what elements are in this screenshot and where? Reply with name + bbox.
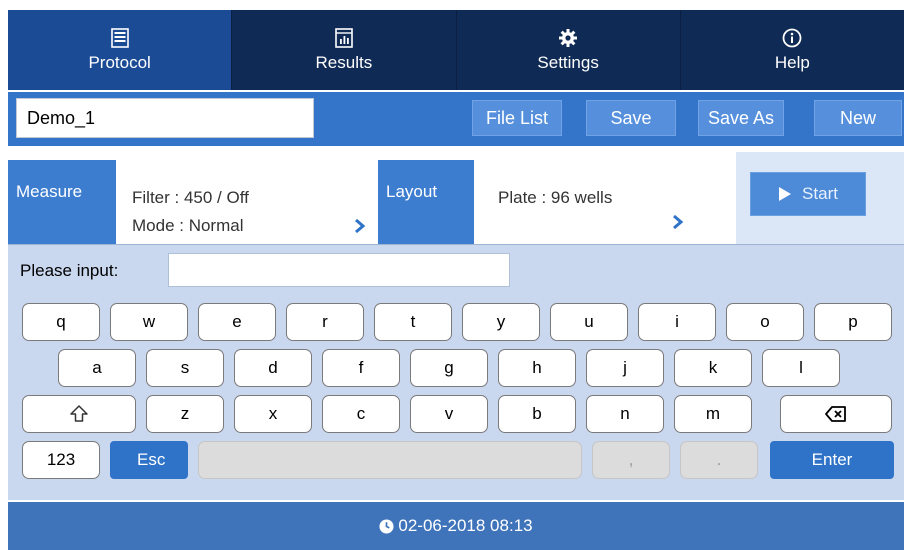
- key-r[interactable]: r: [286, 303, 364, 341]
- input-prompt: Please input:: [20, 261, 119, 280]
- tab-protocol[interactable]: Protocol: [8, 10, 233, 90]
- numbers-key[interactable]: 123: [22, 441, 100, 479]
- plate-value[interactable]: Plate : 96 wells: [498, 188, 612, 208]
- key-i[interactable]: i: [638, 303, 716, 341]
- key-j[interactable]: j: [586, 349, 664, 387]
- key-o[interactable]: o: [726, 303, 804, 341]
- key-q[interactable]: q: [22, 303, 100, 341]
- esc-key[interactable]: Esc: [110, 441, 188, 479]
- key-v[interactable]: v: [410, 395, 488, 433]
- key-y[interactable]: y: [462, 303, 540, 341]
- filename-field[interactable]: Demo_1: [16, 98, 314, 138]
- save-as-button[interactable]: Save As: [698, 100, 784, 136]
- key-n[interactable]: n: [586, 395, 664, 433]
- main-nav: Protocol Results Settings Help: [8, 10, 904, 90]
- filter-value[interactable]: Filter : 450 / Off: [132, 188, 249, 208]
- period-key[interactable]: .: [680, 441, 758, 479]
- tab-settings[interactable]: Settings: [457, 10, 681, 90]
- file-toolbar: Demo_1 File List Save Save As New: [8, 92, 904, 146]
- tab-protocol-label: Protocol: [88, 53, 151, 72]
- protocol-icon: [109, 27, 131, 49]
- tab-help-label: Help: [774, 53, 810, 72]
- layout-label: Layout: [378, 160, 474, 244]
- backspace-icon: [825, 406, 846, 422]
- clock-icon: [379, 518, 394, 534]
- on-screen-keyboard: Please input: q w e r t y u i o p a s d …: [8, 244, 904, 500]
- key-k[interactable]: k: [674, 349, 752, 387]
- mode-value[interactable]: Mode : Normal: [132, 216, 243, 236]
- shift-key[interactable]: [22, 395, 136, 433]
- chevron-right-icon[interactable]: [672, 214, 684, 230]
- file-list-button[interactable]: File List: [472, 100, 562, 136]
- status-bar: 02-06-2018 08:13: [8, 502, 904, 550]
- key-c[interactable]: c: [322, 395, 400, 433]
- datetime-text: 02-06-2018 08:13: [398, 516, 533, 535]
- key-b[interactable]: b: [498, 395, 576, 433]
- shift-icon: [70, 405, 88, 422]
- measure-label: Measure: [8, 160, 116, 244]
- tab-results[interactable]: Results: [232, 10, 457, 90]
- key-z[interactable]: z: [146, 395, 224, 433]
- tab-help[interactable]: Help: [681, 10, 904, 90]
- gear-icon: [557, 27, 579, 49]
- key-d[interactable]: d: [234, 349, 312, 387]
- keyboard-input-field[interactable]: [168, 253, 510, 287]
- key-x[interactable]: x: [234, 395, 312, 433]
- play-icon: [779, 187, 792, 201]
- key-m[interactable]: m: [674, 395, 752, 433]
- key-s[interactable]: s: [146, 349, 224, 387]
- info-icon: [781, 27, 803, 49]
- results-icon: [333, 27, 355, 49]
- chevron-right-icon[interactable]: [354, 218, 366, 234]
- key-g[interactable]: g: [410, 349, 488, 387]
- key-f[interactable]: f: [322, 349, 400, 387]
- key-e[interactable]: e: [198, 303, 276, 341]
- key-u[interactable]: u: [550, 303, 628, 341]
- key-h[interactable]: h: [498, 349, 576, 387]
- key-w[interactable]: w: [110, 303, 188, 341]
- start-label: Start: [802, 184, 838, 203]
- new-button[interactable]: New: [814, 100, 902, 136]
- key-l[interactable]: l: [762, 349, 840, 387]
- enter-key[interactable]: Enter: [770, 441, 894, 479]
- tab-results-label: Results: [315, 53, 373, 72]
- key-t[interactable]: t: [374, 303, 452, 341]
- save-button[interactable]: Save: [586, 100, 676, 136]
- key-a[interactable]: a: [58, 349, 136, 387]
- key-p[interactable]: p: [814, 303, 892, 341]
- space-key[interactable]: [198, 441, 582, 479]
- start-button[interactable]: Start: [750, 172, 866, 216]
- comma-key[interactable]: ,: [592, 441, 670, 479]
- tab-settings-label: Settings: [537, 53, 599, 72]
- backspace-key[interactable]: [780, 395, 892, 433]
